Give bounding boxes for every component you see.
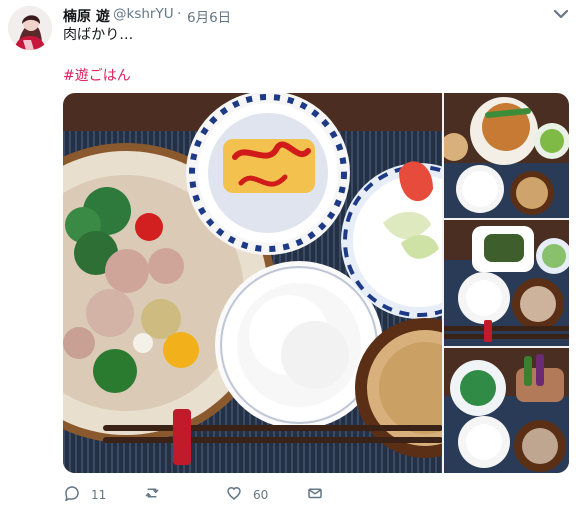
tweet-text: 肉ばかり… (63, 27, 134, 43)
heart-icon (225, 484, 243, 505)
tweet-card: 楠原 遊 @kshrYU · 6月6日 肉ばかり… #遊ごはん 11 60 (0, 0, 576, 506)
media-photo-thumb-3[interactable] (444, 348, 569, 473)
retweet-button[interactable] (143, 484, 171, 505)
avatar[interactable] (8, 6, 52, 50)
chevron-down-icon[interactable] (552, 6, 570, 22)
timestamp[interactable]: 6月6日 (187, 6, 231, 26)
reply-icon (63, 484, 81, 505)
reply-count: 11 (91, 487, 107, 502)
hashtag-link[interactable]: #遊ごはん (63, 65, 131, 85)
media-photo-thumb-2[interactable] (444, 220, 569, 346)
retweet-icon (143, 484, 161, 505)
media-grid (63, 93, 569, 473)
media-photo-main[interactable] (63, 93, 442, 473)
like-count: 60 (253, 487, 269, 502)
display-name[interactable]: 楠原 遊 (63, 6, 110, 26)
share-button[interactable] (306, 484, 324, 505)
handle[interactable]: @kshrYU (113, 6, 174, 22)
media-photo-thumb-1[interactable] (444, 93, 569, 218)
tweet-actions: 11 60 (63, 484, 363, 504)
like-button[interactable]: 60 (225, 484, 268, 505)
envelope-icon (306, 484, 324, 505)
reply-button[interactable]: 11 (63, 484, 106, 505)
separator-dot: · (177, 6, 182, 22)
